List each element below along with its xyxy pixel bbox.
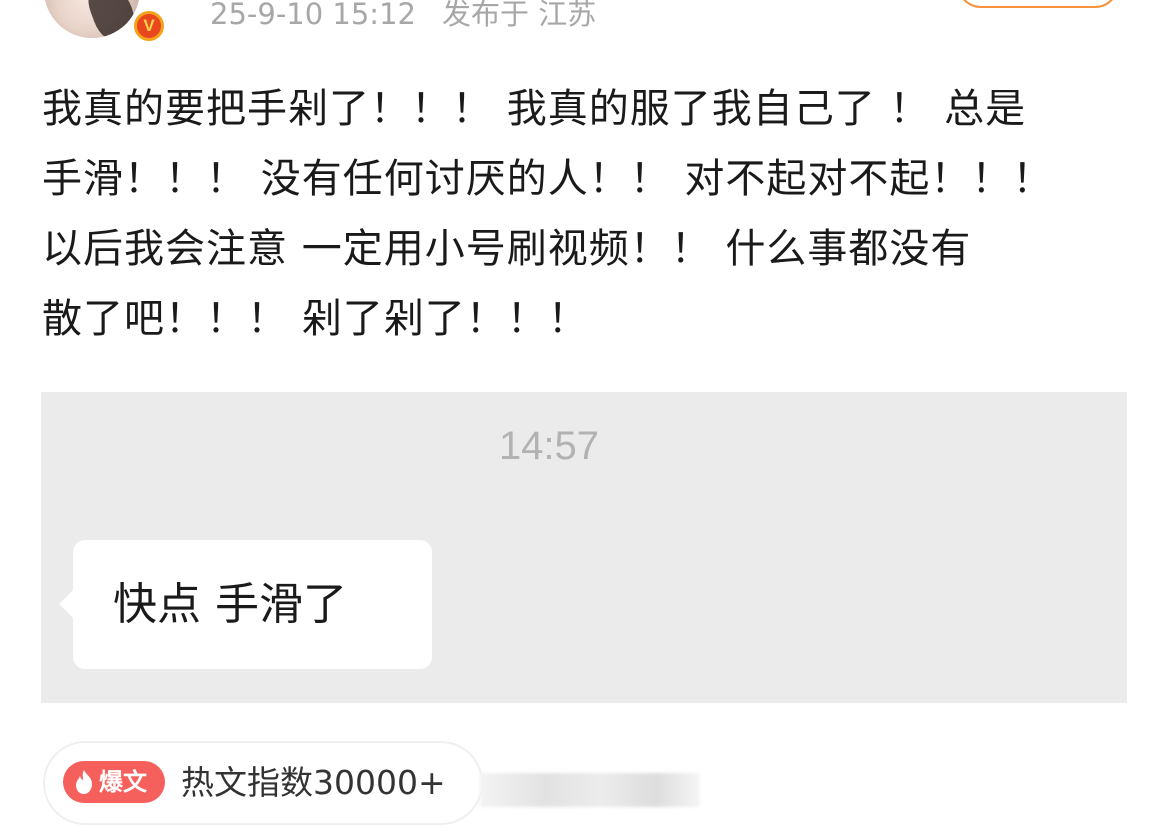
verified-badge-icon: V	[131, 8, 167, 44]
post-timestamp: 25-9-10 15:12	[210, 0, 416, 31]
post-text-line: 以后我会注意 一定用小号刷视频！！ 什么事都没有	[42, 226, 972, 272]
post-text-line: 我真的要把手剁了！！！ 我真的服了我自己了 ！ 总是	[42, 86, 1027, 132]
chat-screenshot-image[interactable]: 14:57 快点 手滑了	[41, 392, 1127, 703]
post-text-line: 手滑！！！ 没有任何讨厌的人！！ 对不起对不起！！！	[42, 156, 1054, 202]
post-location: 发布于 江苏	[441, 0, 597, 31]
follow-button[interactable]	[957, 0, 1119, 8]
hot-post-index-pill[interactable]: 爆文 热文指数30000+	[43, 741, 483, 825]
hot-post-tag: 爆文	[63, 761, 165, 803]
chat-message-text: 快点 手滑了	[113, 579, 347, 630]
post-header: V 25-9-10 15:12 发布于 江苏	[0, 0, 1169, 50]
post-text-line: 散了吧！！！ 剁了剁了！！！	[42, 296, 589, 342]
hot-tag-label: 爆文	[99, 768, 147, 796]
chat-message-bubble: 快点 手滑了	[59, 540, 432, 669]
hot-index-text: 热文指数30000+	[181, 763, 446, 802]
post-body-text: 我真的要把手剁了！！！ 我真的服了我自己了 ！ 总是 手滑！！！ 没有任何讨厌的…	[42, 74, 1132, 354]
blurred-content-strip	[480, 773, 700, 807]
post-meta: 25-9-10 15:12 发布于 江苏	[210, 0, 596, 34]
fire-icon	[76, 770, 92, 794]
user-avatar[interactable]	[44, 0, 140, 38]
verified-badge-letter: V	[137, 14, 161, 38]
chat-time: 14:57	[498, 424, 600, 468]
